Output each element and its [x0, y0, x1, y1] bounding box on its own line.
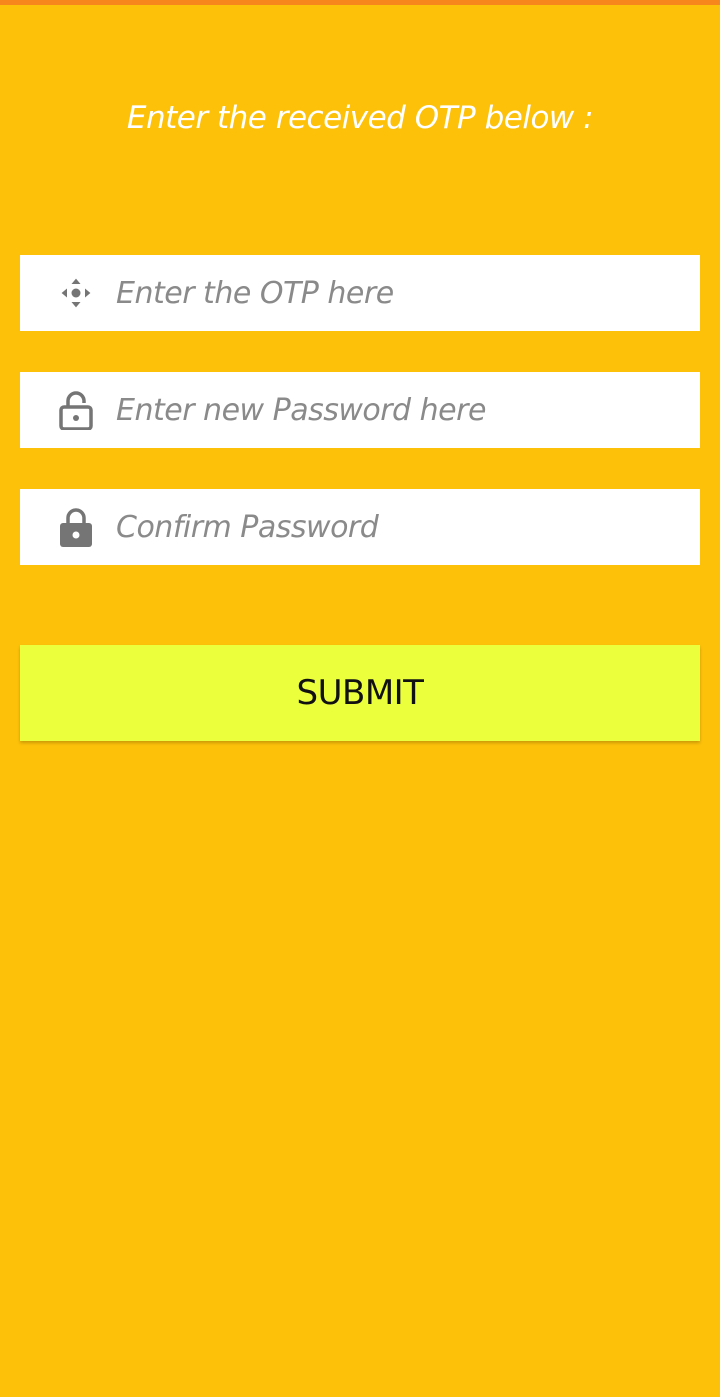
confirm-password-input[interactable] [116, 509, 676, 545]
new-password-field[interactable] [20, 372, 700, 448]
otp-input[interactable] [116, 275, 676, 311]
page-title: Enter the received OTP below : [126, 100, 594, 136]
lock-icon [58, 508, 94, 547]
confirm-password-field[interactable] [20, 489, 700, 565]
submit-button[interactable]: SUBMIT [20, 645, 700, 741]
new-password-input[interactable] [116, 392, 676, 428]
lock-open-icon [58, 391, 94, 430]
otp-field[interactable] [20, 255, 700, 331]
dpad-icon [58, 275, 94, 311]
top-accent-strip [0, 0, 720, 5]
